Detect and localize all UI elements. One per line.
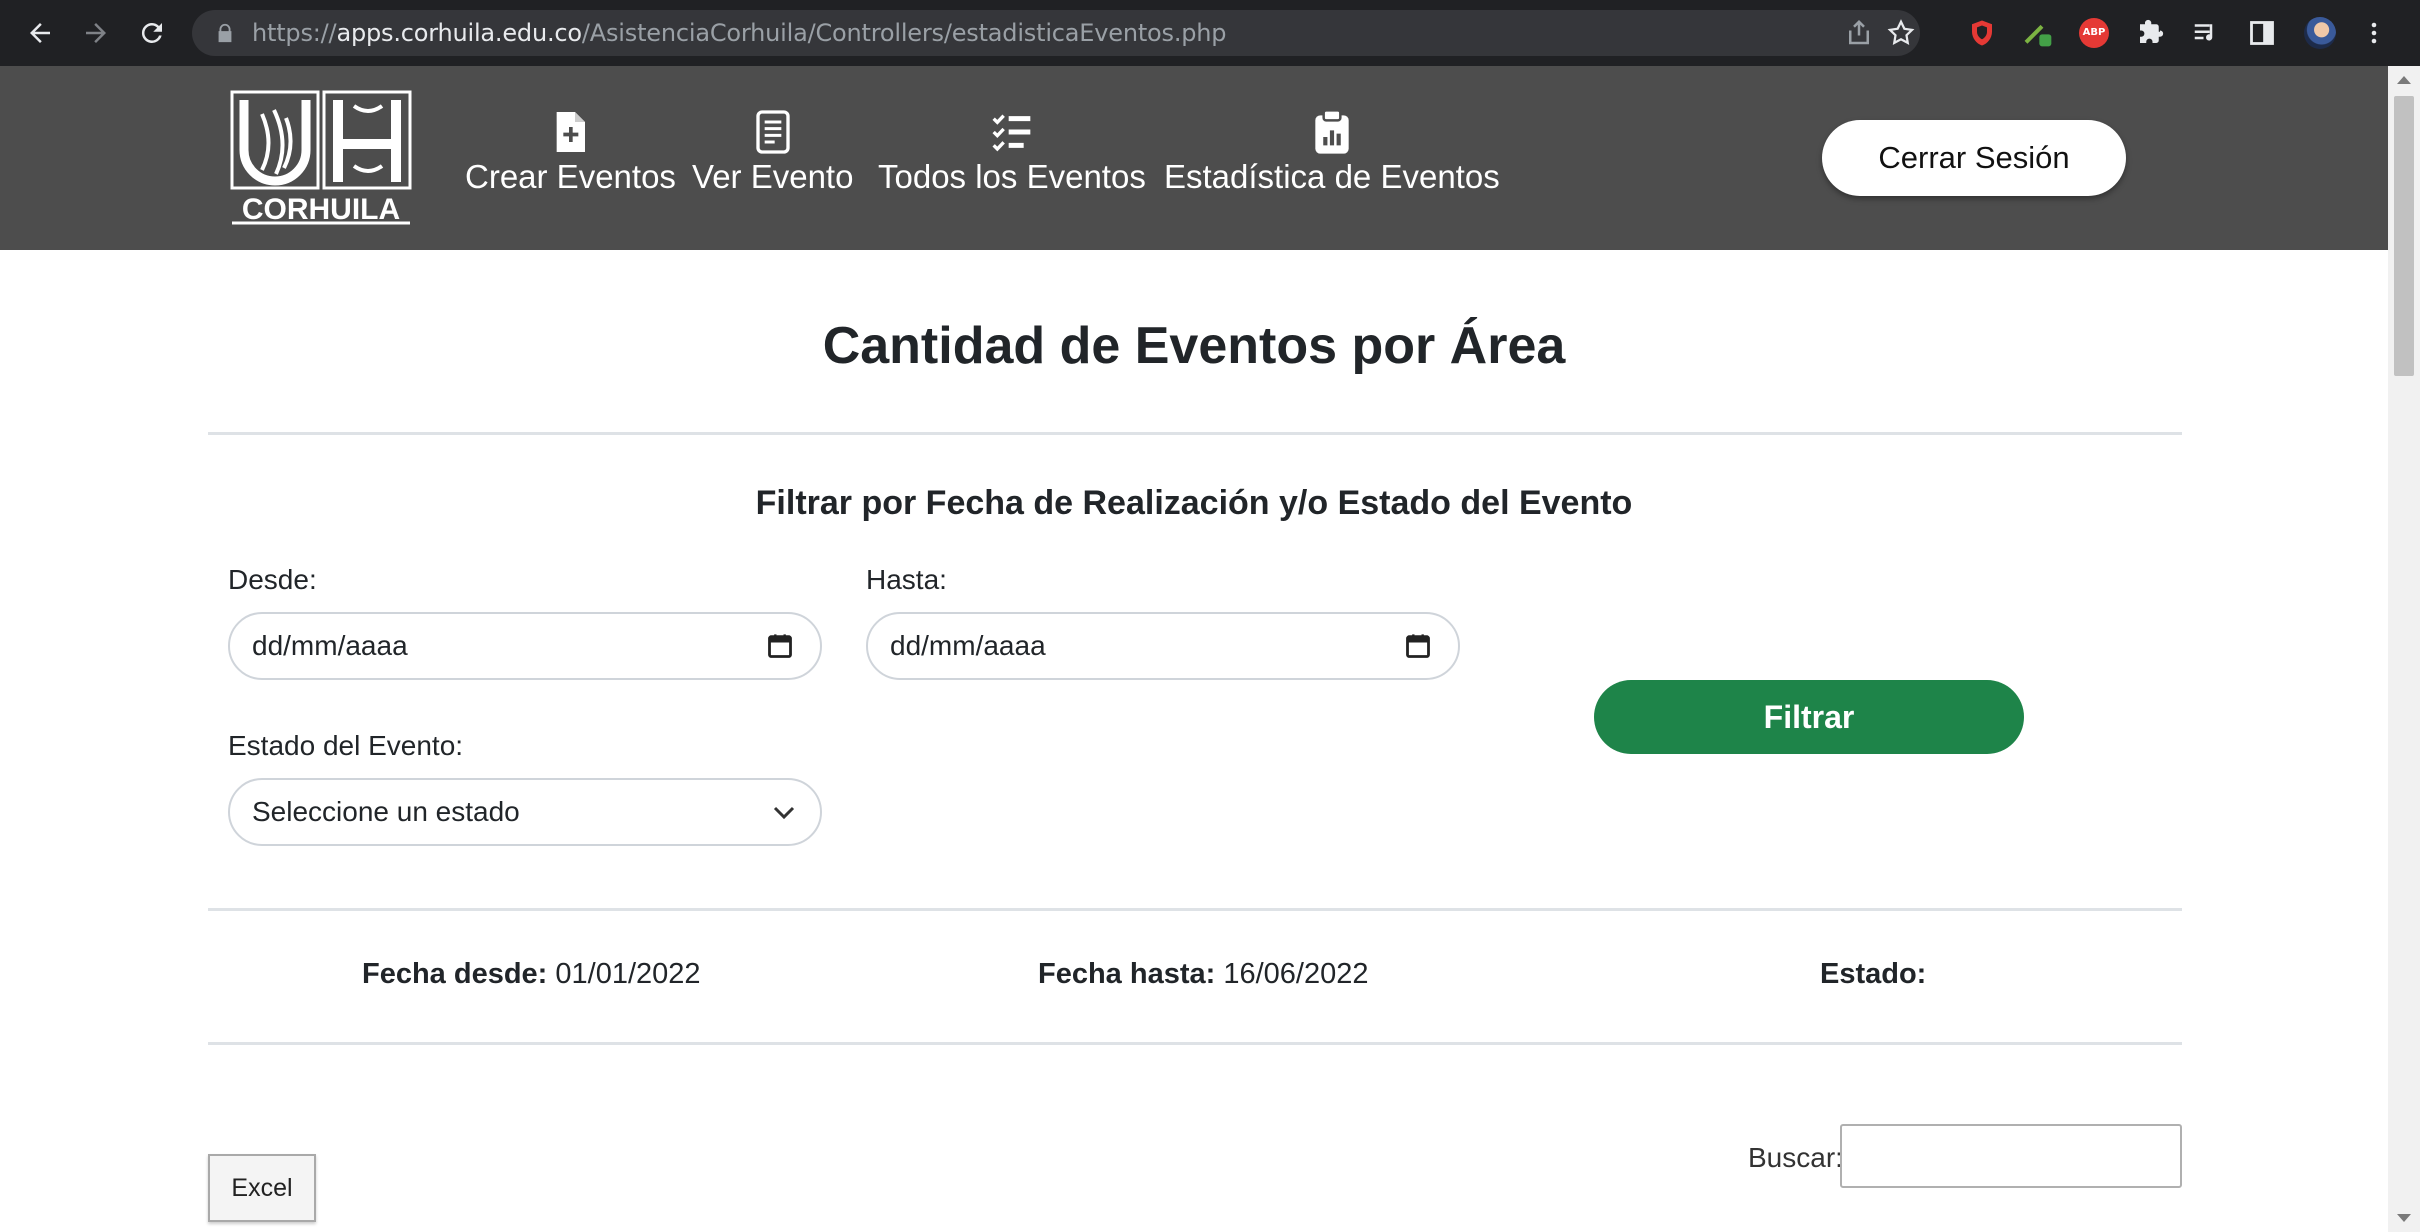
filter-section-title: Filtrar por Fecha de Realización y/o Est… — [755, 484, 1633, 522]
back-arrow-icon — [30, 23, 50, 43]
menu-label: Ver Evento — [692, 158, 854, 195]
divider — [208, 908, 2182, 911]
profile-button[interactable] — [2302, 15, 2338, 51]
shield-icon — [1972, 20, 1992, 46]
forward-arrow-icon — [86, 23, 106, 43]
lock-icon — [218, 23, 232, 43]
more-icon — [2371, 22, 2377, 44]
pen-extension[interactable] — [2020, 15, 2056, 51]
extensions-button[interactable] — [2132, 15, 2168, 51]
estado-selected-value: Seleccione un estado — [252, 796, 520, 827]
pen-icon — [2024, 24, 2052, 47]
excel-export-button[interactable]: Excel — [208, 1154, 316, 1222]
back-button[interactable] — [20, 13, 60, 53]
summary-value: 16/06/2022 — [1223, 958, 1369, 990]
logout-button[interactable]: Cerrar Sesión — [1822, 120, 2126, 196]
document-list-icon — [756, 110, 790, 154]
menu-label: Crear Eventos — [465, 158, 676, 195]
menu-label: Todos los Eventos — [878, 158, 1146, 195]
menu-label: Estadística de Eventos — [1164, 158, 1500, 195]
media-control-button[interactable] — [2188, 15, 2224, 51]
summary-estado: Estado: — [1820, 958, 1926, 991]
side-panel-button[interactable] — [2244, 15, 2280, 51]
divider — [208, 1042, 2182, 1045]
calendar-icon[interactable] — [1404, 632, 1432, 660]
search-label: Buscar: — [1748, 1142, 1843, 1173]
summary-label: Fecha hasta: — [1038, 958, 1216, 990]
reload-button[interactable] — [132, 13, 172, 53]
checklist-icon — [992, 114, 1031, 152]
file-plus-icon — [557, 112, 586, 152]
forward-button[interactable] — [76, 13, 116, 53]
address-bar[interactable]: https://apps.corhuila.edu.co/AsistenciaC… — [192, 10, 1920, 56]
puzzle-icon — [2140, 19, 2164, 43]
menu-todos-eventos[interactable]: Todos los Eventos — [878, 110, 1146, 196]
scroll-down-arrow-icon[interactable] — [2397, 1214, 2411, 1222]
share-icon[interactable] — [1844, 18, 1874, 48]
divider — [208, 432, 2182, 435]
search-input[interactable] — [1840, 1124, 2182, 1188]
corhuila-seal-icon: CORHUILA — [230, 90, 412, 226]
avatar — [2304, 17, 2336, 49]
hasta-placeholder: dd/mm/aaaa — [890, 630, 1046, 661]
menu-ver-evento[interactable]: Ver Evento — [692, 110, 853, 196]
scroll-up-arrow-icon[interactable] — [2397, 76, 2411, 84]
calendar-icon[interactable] — [766, 632, 794, 660]
estado-label: Estado del Evento: — [228, 730, 464, 761]
filter-button[interactable]: Filtrar — [1594, 680, 2024, 754]
media-icon — [2194, 24, 2213, 41]
summary-fecha-hasta: Fecha hasta: 16/06/2022 — [1038, 958, 1369, 991]
browser-menu-button[interactable] — [2362, 15, 2386, 51]
site-header: CORHUILA Crear Eventos Ver Evento Todos … — [0, 66, 2388, 250]
estado-select[interactable]: Seleccione un estado — [228, 778, 822, 846]
summary-fecha-desde: Fecha desde: 01/01/2022 — [362, 958, 701, 991]
chevron-down-icon — [773, 806, 795, 820]
desde-label: Desde: — [228, 564, 317, 595]
browser-toolbar: https://apps.corhuila.edu.co/AsistenciaC… — [0, 0, 2420, 66]
page-scrollbar[interactable] — [2388, 66, 2420, 1232]
adblock-extension[interactable]: ABP — [2076, 15, 2112, 51]
summary-value: 01/01/2022 — [555, 958, 701, 990]
page-title: Cantidad de Eventos por Área — [822, 317, 1566, 375]
shield-extension[interactable] — [1964, 15, 2000, 51]
desde-placeholder: dd/mm/aaaa — [252, 630, 408, 661]
sidebar-icon — [2250, 21, 2274, 45]
hasta-label: Hasta: — [866, 564, 947, 595]
clipboard-chart-icon — [1315, 110, 1349, 154]
menu-estadistica-eventos[interactable]: Estadística de Eventos — [1164, 110, 1500, 196]
svg-text:CORHUILA: CORHUILA — [242, 193, 400, 226]
abp-icon: ABP — [2079, 18, 2109, 48]
bookmark-star-icon[interactable] — [1886, 18, 1916, 48]
scroll-thumb[interactable] — [2394, 96, 2414, 376]
corhuila-logo[interactable]: CORHUILA — [230, 90, 412, 226]
hasta-date-input[interactable]: dd/mm/aaaa — [866, 612, 1460, 680]
summary-label: Fecha desde: — [362, 958, 548, 990]
reload-icon — [141, 22, 162, 43]
summary-label: Estado: — [1820, 958, 1927, 990]
desde-date-input[interactable]: dd/mm/aaaa — [228, 612, 822, 680]
url-text: https://apps.corhuila.edu.co/AsistenciaC… — [252, 19, 1227, 47]
menu-crear-eventos[interactable]: Crear Eventos — [465, 110, 676, 196]
